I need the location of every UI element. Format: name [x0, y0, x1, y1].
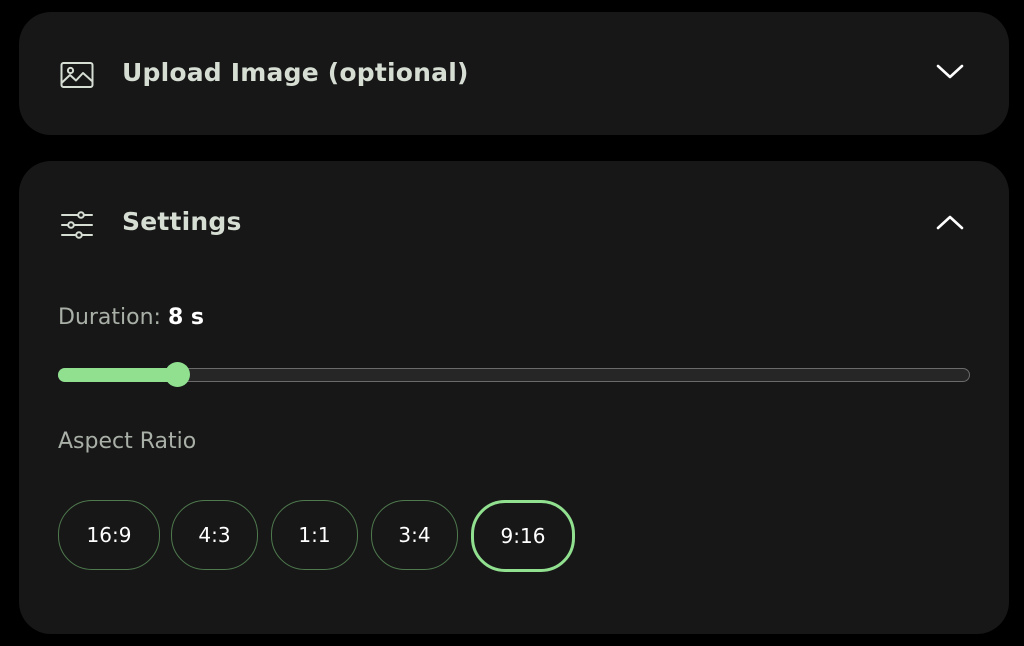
upload-image-header[interactable]: Upload Image (optional) [19, 12, 1009, 135]
settings-title: Settings [122, 207, 242, 236]
aspect-ratio-option[interactable]: 9:16 [471, 500, 575, 572]
aspect-ratio-option[interactable]: 4:3 [171, 500, 258, 570]
sliders-icon [59, 207, 95, 243]
duration-label: Duration: 8 s [58, 305, 204, 330]
slider-thumb[interactable] [165, 362, 190, 387]
aspect-ratio-option[interactable]: 1:1 [271, 500, 358, 570]
duration-label-text: Duration: [58, 305, 168, 330]
image-icon [59, 57, 95, 93]
settings-panel: Settings Duration: 8 s Aspect Ratio 16:9… [19, 161, 1009, 634]
aspect-ratio-option[interactable]: 3:4 [371, 500, 458, 570]
chevron-down-icon[interactable] [934, 56, 966, 88]
slider-track[interactable] [58, 368, 970, 382]
duration-value: 8 s [167, 305, 205, 330]
upload-image-title: Upload Image (optional) [122, 58, 469, 87]
slider-fill [58, 368, 177, 382]
aspect-ratio-label: Aspect Ratio [58, 429, 197, 454]
aspect-ratio-option[interactable]: 16:9 [58, 500, 160, 570]
chevron-up-icon[interactable] [934, 207, 966, 239]
upload-image-panel: Upload Image (optional) [19, 12, 1009, 135]
duration-slider[interactable] [58, 362, 970, 387]
settings-header[interactable]: Settings [19, 161, 1009, 287]
